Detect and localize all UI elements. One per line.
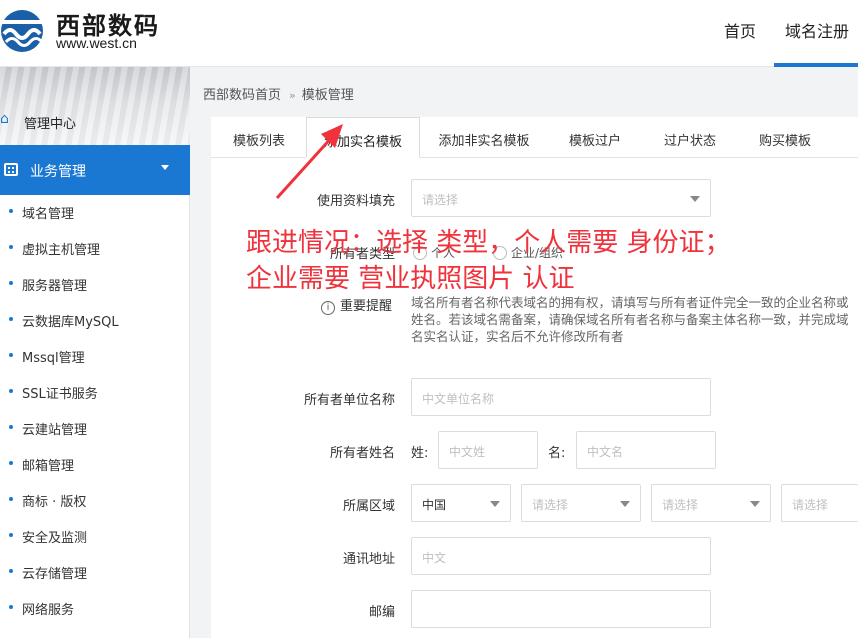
tab-template-transfer[interactable]: 模板过户 (553, 117, 637, 158)
sidebar-item-label: 安全及监测 (22, 531, 88, 546)
bullet-icon (9, 425, 13, 429)
sidebar-item-label: SSL证书服务 (22, 387, 98, 402)
city-select[interactable]: 请选择 (651, 484, 771, 522)
bullet-icon (9, 461, 13, 465)
chevron-down-icon (161, 165, 169, 170)
chevron-down-icon (490, 501, 500, 507)
sidebar-item-label: 服务器管理 (22, 279, 88, 294)
notice-label-text: 重要提醒 (340, 299, 393, 314)
surname-input[interactable]: 中文姓 (438, 431, 538, 469)
sidebar-item-sitebuilder[interactable]: 云建站管理 (0, 411, 190, 447)
active-nav-indicator (774, 63, 858, 67)
sidebar: ⌂ 管理中心 业务管理 域名管理 虚拟主机管理 服务器管理 云数据库MySQL … (0, 67, 190, 638)
address-label: 通讯地址 (342, 552, 395, 567)
sidebar-item-vhost[interactable]: 虚拟主机管理 (0, 231, 190, 267)
surname-label: 姓: (411, 446, 429, 461)
org-name-input[interactable]: 中文单位名称 (411, 378, 711, 416)
breadcrumb-home[interactable]: 西部数码首页 (203, 84, 281, 103)
sidebar-item-mssql[interactable]: Mssql管理 (0, 339, 190, 375)
bullet-icon (9, 389, 13, 393)
breadcrumb-current: 模板管理 (301, 88, 354, 103)
given-placeholder: 中文名 (587, 445, 624, 459)
chevron-down-icon (690, 196, 700, 202)
bullet-icon (9, 209, 13, 213)
sidebar-item-label: 商标 · 版权 (22, 495, 87, 510)
sidebar-item-network[interactable]: 网络服务 (0, 591, 190, 627)
sidebar-manage-center[interactable]: ⌂ 管理中心 (0, 105, 190, 135)
notice-label: i 重要提醒 (321, 295, 392, 315)
west-logo-icon[interactable] (0, 4, 48, 58)
nav-domain-register[interactable]: 域名注册 (774, 18, 858, 67)
sidebar-item-ssl[interactable]: SSL证书服务 (0, 375, 190, 411)
sidebar-item-label: 邮箱管理 (22, 459, 75, 474)
sidebar-item-storage[interactable]: 云存储管理 (0, 555, 190, 591)
info-icon: i (321, 301, 335, 315)
address-input[interactable]: 中文 (411, 537, 711, 575)
sidebar-item-label: 云存储管理 (22, 567, 88, 582)
annotation-arrow-icon (275, 124, 343, 200)
bullet-icon (9, 605, 13, 609)
sidebar-item-server[interactable]: 服务器管理 (0, 267, 190, 303)
tab-add-nonrealname-template[interactable]: 添加非实名模板 (423, 117, 545, 158)
bullet-icon (9, 533, 13, 537)
sidebar-manage-label: 管理中心 (24, 117, 77, 132)
sidebar-business-management[interactable]: 业务管理 (0, 145, 190, 195)
nav-domain-label: 域名注册 (784, 22, 849, 41)
zip-input[interactable] (411, 590, 711, 628)
given-name-label: 名: (548, 446, 566, 461)
brand-url: www.west.cn (56, 35, 137, 51)
notice-text: 域名所有者名称代表域名的拥有权，请填写与所有者证件完全一致的企业名称或姓名。若该… (411, 295, 849, 344)
sidebar-item-trademark[interactable]: 商标 · 版权 (0, 483, 190, 519)
address-placeholder: 中文 (422, 551, 447, 565)
surname-placeholder: 中文姓 (449, 445, 486, 459)
chevron-down-icon (620, 501, 630, 507)
bullet-icon (9, 281, 13, 285)
bullet-icon (9, 353, 13, 357)
org-placeholder: 中文单位名称 (422, 392, 495, 406)
breadcrumb: 西部数码首页 » 模板管理 (203, 84, 354, 103)
province-select[interactable]: 请选择 (521, 484, 641, 522)
grid-icon (4, 163, 18, 176)
fill-placeholder: 请选择 (422, 193, 459, 207)
sidebar-item-domain[interactable]: 域名管理 (0, 195, 190, 231)
given-name-input[interactable]: 中文名 (576, 431, 716, 469)
bullet-icon (9, 569, 13, 573)
sidebar-item-label: 云数据库MySQL (22, 315, 119, 330)
org-name-label: 所有者单位名称 (303, 393, 395, 408)
annotation-line-2: 企业需要 营业执照图片 认证 (246, 264, 575, 294)
bullet-icon (9, 245, 13, 249)
bullet-icon (9, 497, 13, 501)
bullet-icon (9, 317, 13, 321)
sidebar-item-mail[interactable]: 邮箱管理 (0, 447, 190, 483)
annotation-line-1: 跟进情况：选择 类型，个人需要 身份证； (246, 228, 731, 258)
district-placeholder: 请选择 (792, 498, 829, 512)
nav-home[interactable]: 首页 (724, 18, 756, 42)
zip-label: 邮编 (368, 605, 395, 620)
tab-transfer-status[interactable]: 过户状态 (648, 117, 732, 158)
sidebar-item-label: Mssql管理 (22, 351, 85, 366)
sidebar-business-label: 业务管理 (30, 164, 86, 180)
country-select[interactable]: 中国 (411, 484, 511, 522)
fill-profile-select[interactable]: 请选择 (411, 179, 711, 217)
chevron-down-icon (750, 501, 760, 507)
tab-buy-template[interactable]: 购买模板 (743, 117, 827, 158)
owner-name-label: 所有者姓名 (329, 446, 395, 461)
sidebar-item-label: 虚拟主机管理 (22, 243, 101, 258)
sidebar-item-security[interactable]: 安全及监测 (0, 519, 190, 555)
region-label: 所属区域 (342, 499, 395, 514)
double-chevron-right-icon: » (289, 89, 296, 102)
home-icon: ⌂ (0, 111, 9, 127)
district-select[interactable]: 请选择 (781, 484, 858, 522)
sidebar-item-label: 网络服务 (22, 603, 75, 618)
sidebar-item-label: 云建站管理 (22, 423, 88, 438)
sidebar-item-mysql[interactable]: 云数据库MySQL (0, 303, 190, 339)
sidebar-item-label: 域名管理 (22, 207, 75, 222)
top-header: 西部数码 www.west.cn 首页 域名注册 (0, 0, 858, 67)
province-placeholder: 请选择 (532, 498, 569, 512)
country-value: 中国 (422, 498, 447, 512)
city-placeholder: 请选择 (662, 498, 699, 512)
